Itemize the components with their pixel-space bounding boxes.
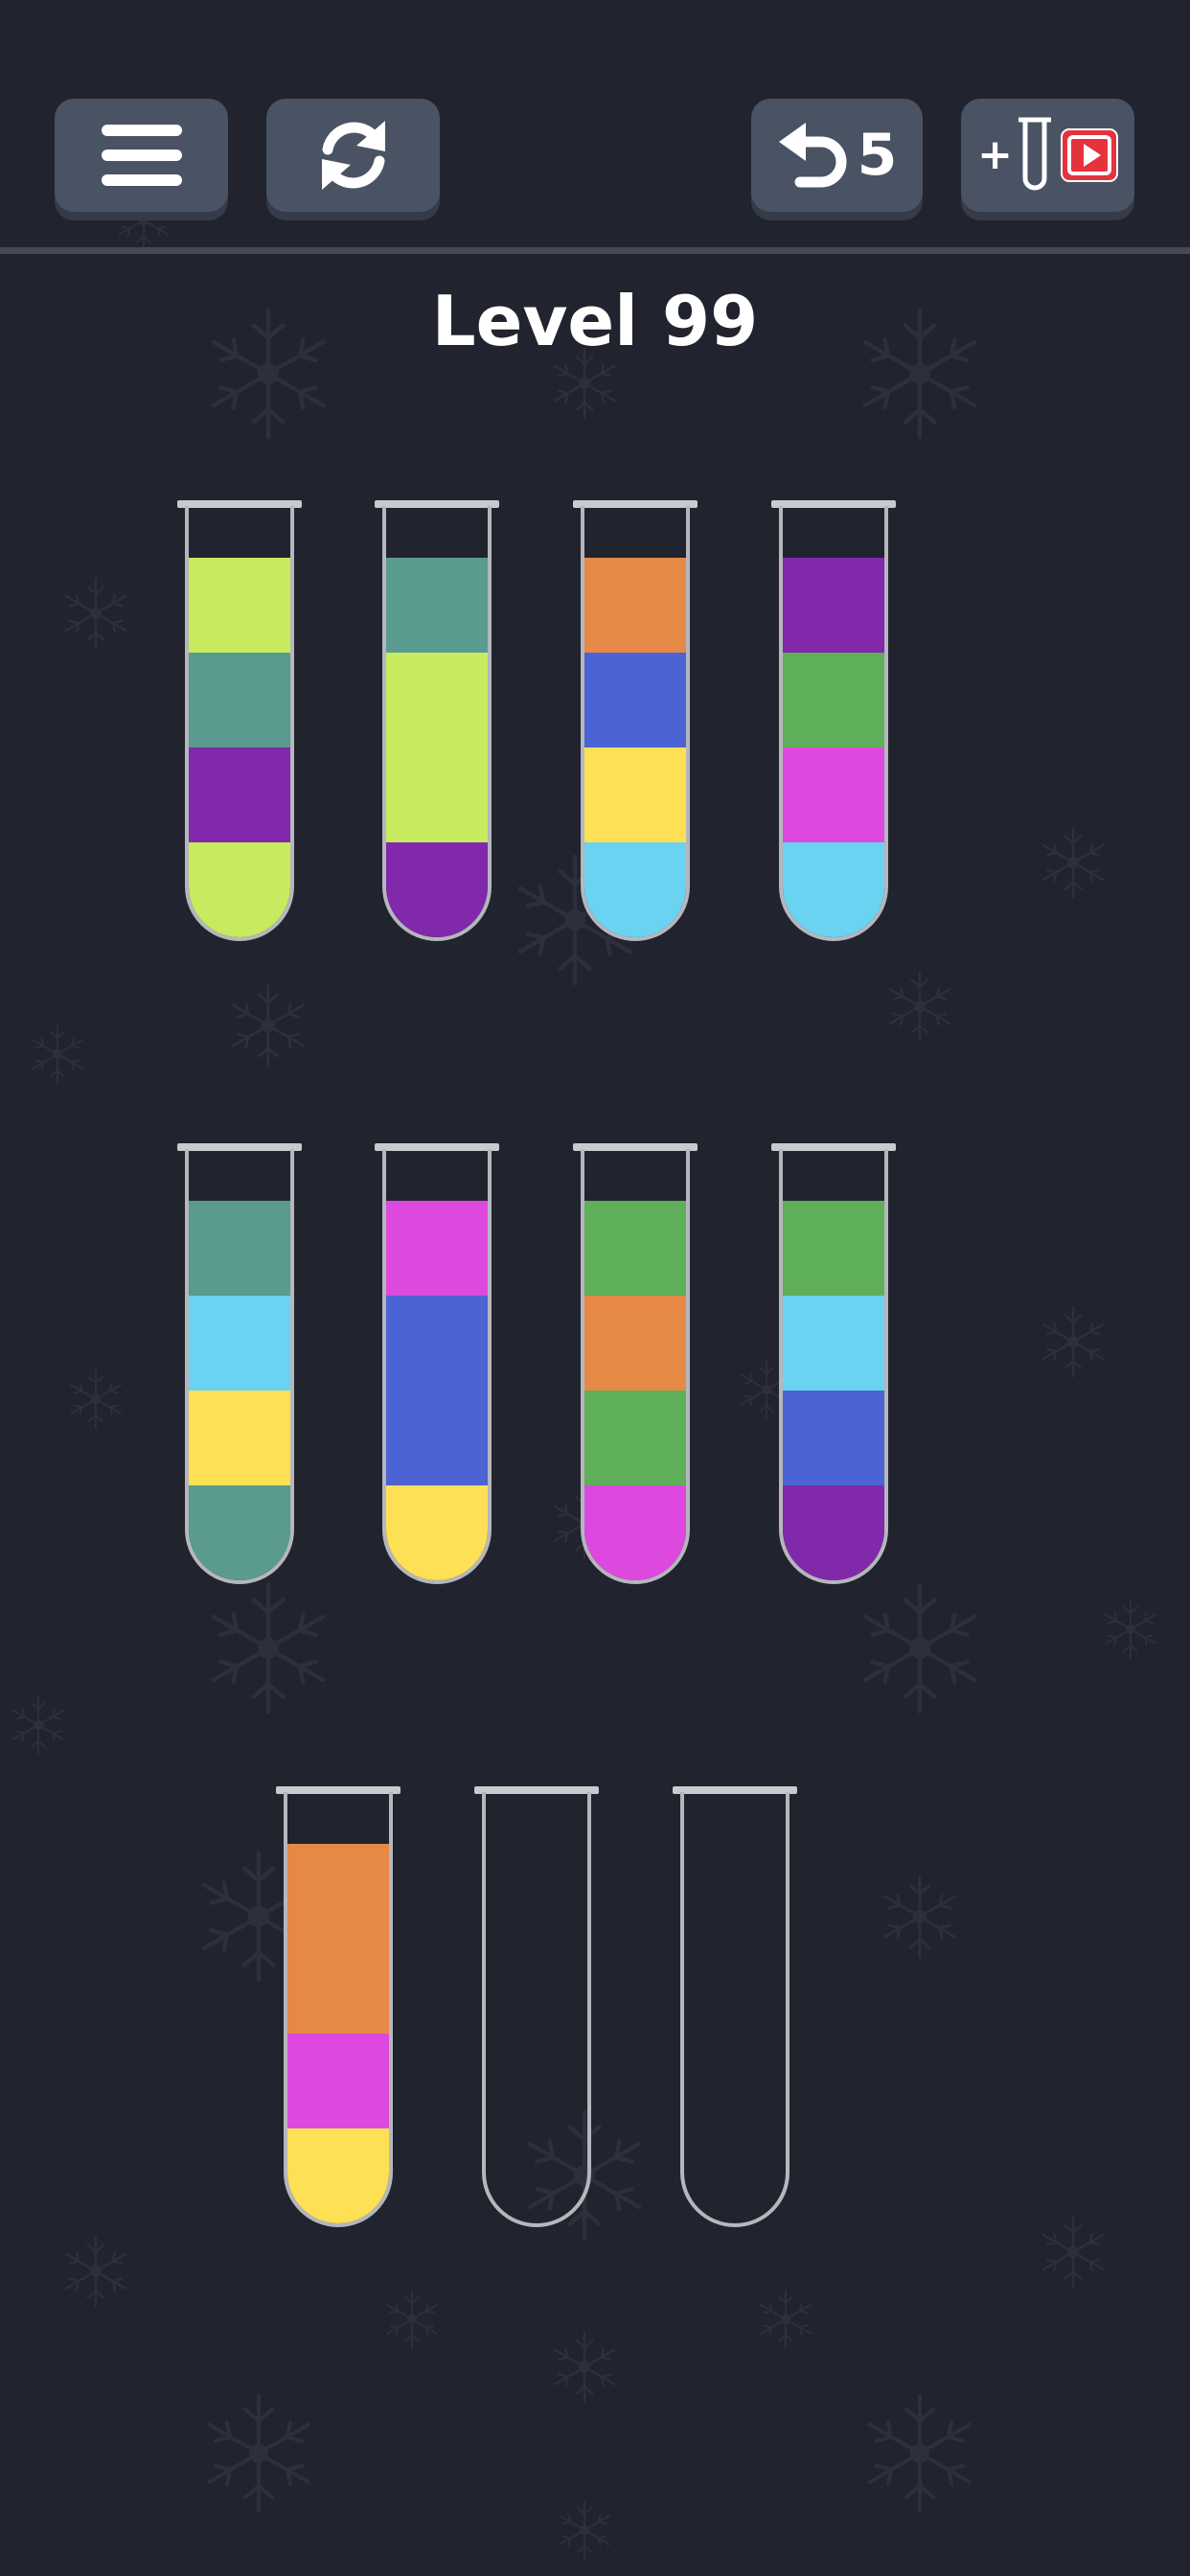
liquid-layer-teal bbox=[189, 1201, 290, 1296]
menu-button[interactable] bbox=[55, 99, 228, 212]
liquid-layer-lime bbox=[189, 842, 290, 937]
liquid-layer-green bbox=[783, 1201, 884, 1296]
plus-label: + bbox=[977, 130, 1013, 179]
add-tube-button[interactable]: + bbox=[961, 99, 1134, 212]
test-tube[interactable] bbox=[177, 500, 302, 941]
liquid-layer-orange bbox=[287, 1939, 389, 2034]
liquid-layer-lime bbox=[189, 558, 290, 653]
liquid-layer-yellow bbox=[584, 748, 686, 842]
liquid-layer-orange bbox=[287, 1844, 389, 1939]
tube-liquid bbox=[783, 558, 884, 937]
liquid-layer-orange bbox=[584, 1296, 686, 1391]
undo-button[interactable]: 5 bbox=[751, 99, 923, 212]
liquid-layer-green bbox=[584, 1201, 686, 1296]
liquid-layer-sky bbox=[783, 1296, 884, 1391]
tube-liquid bbox=[189, 1201, 290, 1580]
test-tube[interactable] bbox=[375, 1143, 499, 1584]
tube-glass bbox=[284, 1792, 393, 2227]
tube-glass bbox=[382, 1149, 492, 1584]
liquid-layer-blue bbox=[584, 653, 686, 748]
liquid-layer-yellow bbox=[287, 2128, 389, 2223]
liquid-layer-sky bbox=[783, 842, 884, 937]
liquid-layer-lime bbox=[386, 748, 488, 842]
liquid-layer-blue bbox=[386, 1391, 488, 1485]
test-tube[interactable] bbox=[771, 1143, 896, 1584]
liquid-layer-orange bbox=[584, 558, 686, 653]
tube-glass bbox=[680, 1792, 790, 2227]
tube-glass bbox=[581, 1149, 690, 1584]
tube-liquid bbox=[584, 1201, 686, 1580]
liquid-layer-magenta bbox=[584, 1485, 686, 1580]
liquid-layer-sky bbox=[584, 842, 686, 937]
liquid-layer-blue bbox=[386, 1296, 488, 1391]
liquid-layer-green bbox=[584, 1391, 686, 1485]
header-divider bbox=[0, 247, 1190, 254]
test-tube[interactable] bbox=[771, 500, 896, 941]
test-tube[interactable] bbox=[573, 1143, 698, 1584]
tube-glass bbox=[581, 506, 690, 941]
tube-glass bbox=[779, 506, 888, 941]
liquid-layer-sky bbox=[189, 1296, 290, 1391]
tube-glass bbox=[185, 506, 294, 941]
liquid-layer-teal bbox=[189, 653, 290, 748]
liquid-layer-purple bbox=[783, 1485, 884, 1580]
tube-liquid bbox=[386, 558, 488, 937]
video-play-icon bbox=[1060, 128, 1118, 182]
liquid-layer-magenta bbox=[386, 1201, 488, 1296]
restart-arrows-icon bbox=[315, 117, 392, 194]
liquid-layer-teal bbox=[189, 1485, 290, 1580]
tube-liquid bbox=[386, 1201, 488, 1580]
test-tube[interactable] bbox=[276, 1786, 400, 2227]
liquid-layer-purple bbox=[189, 748, 290, 842]
liquid-layer-teal bbox=[386, 558, 488, 653]
liquid-layer-blue bbox=[783, 1391, 884, 1485]
test-tube[interactable] bbox=[177, 1143, 302, 1584]
tube-glass bbox=[185, 1149, 294, 1584]
tube-glass bbox=[382, 506, 492, 941]
liquid-layer-magenta bbox=[783, 748, 884, 842]
tube-glass bbox=[779, 1149, 888, 1584]
test-tube[interactable] bbox=[375, 500, 499, 941]
empty-test-tube[interactable] bbox=[474, 1786, 599, 2227]
tube-glass bbox=[482, 1792, 591, 2227]
tube-liquid bbox=[584, 558, 686, 937]
hamburger-menu-icon bbox=[101, 125, 182, 186]
liquid-layer-magenta bbox=[287, 2034, 389, 2128]
liquid-layer-yellow bbox=[386, 1485, 488, 1580]
liquid-layer-purple bbox=[386, 842, 488, 937]
liquid-layer-green bbox=[783, 653, 884, 748]
undo-arrow-icon bbox=[777, 121, 850, 190]
tube-liquid bbox=[189, 558, 290, 937]
tube-liquid bbox=[287, 1844, 389, 2223]
restart-button[interactable] bbox=[266, 99, 440, 212]
liquid-layer-purple bbox=[783, 558, 884, 653]
test-tube-icon bbox=[1018, 117, 1051, 194]
test-tube[interactable] bbox=[573, 500, 698, 941]
liquid-layer-lime bbox=[386, 653, 488, 748]
undo-count: 5 bbox=[857, 122, 898, 189]
level-title: Level 99 bbox=[431, 281, 759, 361]
tube-liquid bbox=[783, 1201, 884, 1580]
empty-test-tube[interactable] bbox=[673, 1786, 797, 2227]
liquid-layer-yellow bbox=[189, 1391, 290, 1485]
